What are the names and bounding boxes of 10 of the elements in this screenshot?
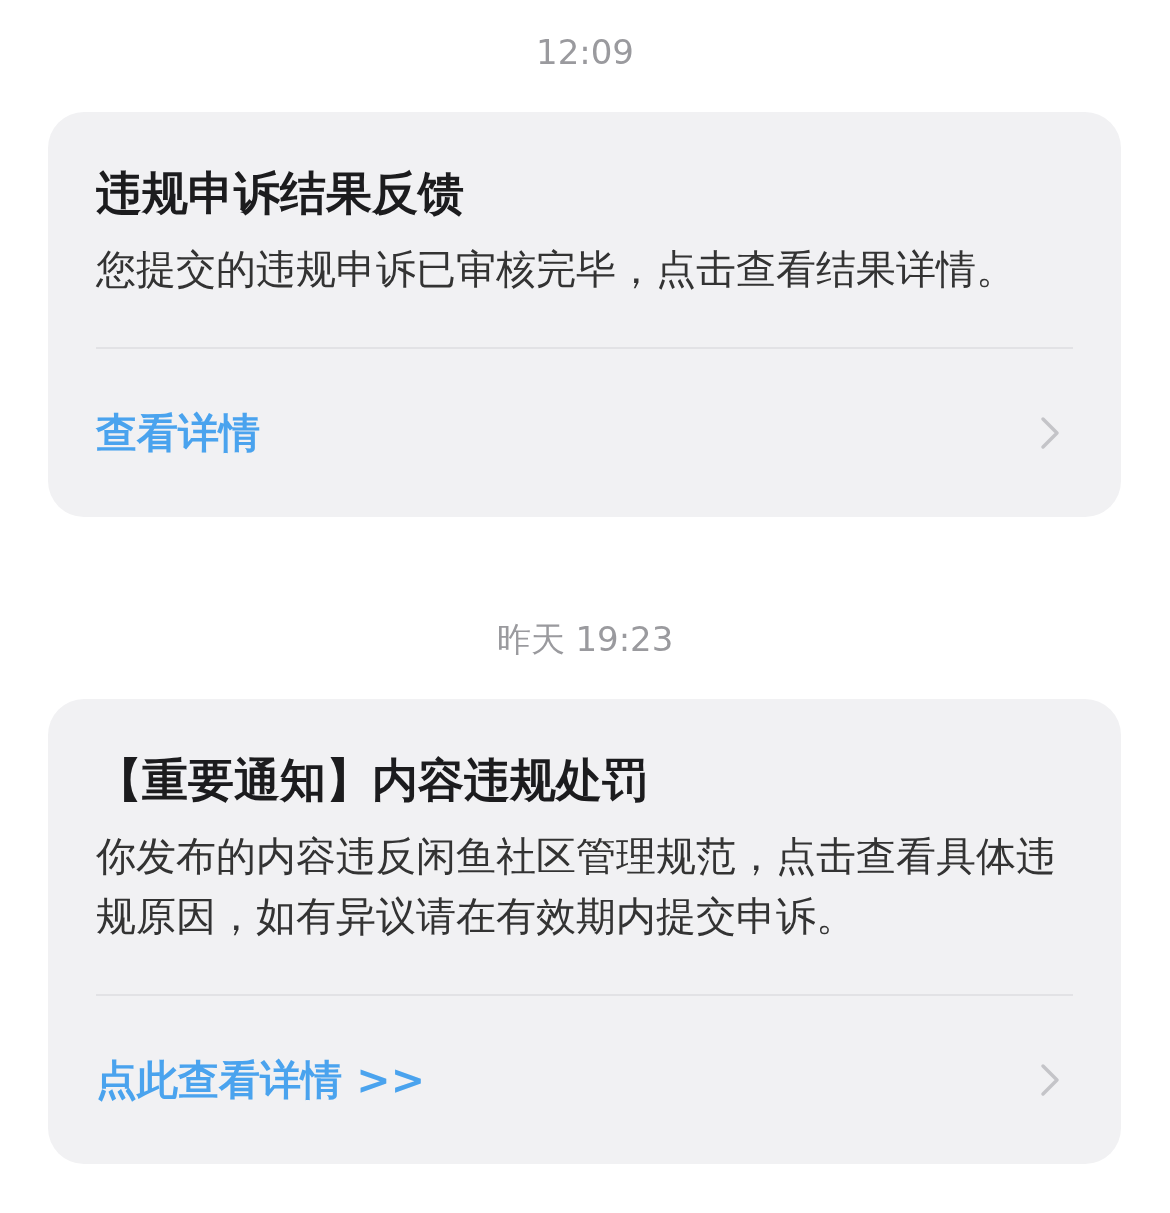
timestamp: 昨天 19:23 [496, 618, 674, 661]
chevron-right-icon [1039, 416, 1061, 450]
notification-body: 您提交的违规申诉已审核完毕，点击查看结果详情。 [96, 245, 1017, 294]
view-details-link[interactable]: 点此查看详情 >> [96, 1052, 425, 1108]
chevron-right-icon [1039, 1063, 1061, 1097]
notification-body: 你发布的内容违反闲鱼社区管理规范，点击查看具体违规原因，如有异议请在有效期内提交申诉。 [96, 832, 1057, 941]
timestamp: 12:09 [536, 31, 634, 74]
view-details-link[interactable]: 查看详情 [96, 405, 260, 461]
notification-title: 违规申诉结果反馈 [96, 165, 465, 222]
notification-title: 【重要通知】内容违规处罚 [96, 752, 649, 809]
